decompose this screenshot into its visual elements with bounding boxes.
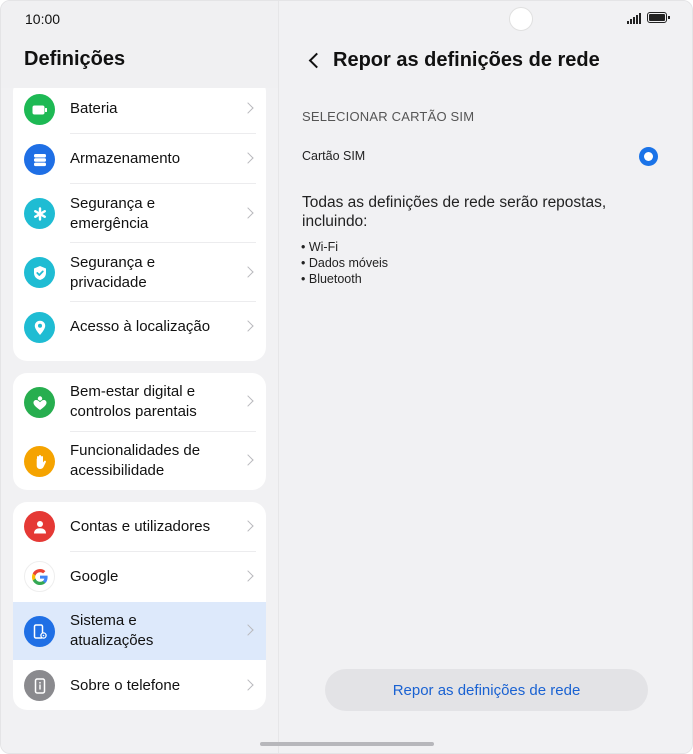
settings-header: 10:00 Definições	[1, 1, 278, 88]
settings-item-label: Sistema e atualizações	[70, 612, 154, 649]
shield-check-icon	[24, 257, 55, 288]
list-item: Bluetooth	[301, 271, 388, 287]
settings-item-system-updates[interactable]: Sistema e atualizações	[13, 602, 266, 660]
settings-item-accounts[interactable]: Contas e utilizadores	[13, 502, 266, 551]
settings-item-label: Segurança e emergência	[70, 195, 156, 232]
chevron-right-icon	[242, 395, 254, 407]
settings-item-label: Bem-estar digital e controlos parentais	[70, 383, 197, 420]
settings-scroll-area[interactable]: Bateria Armazenamento Segurança e emergê…	[1, 88, 278, 753]
settings-item-label: Acesso à localização	[70, 318, 211, 335]
back-arrow-icon[interactable]	[306, 51, 324, 71]
wellbeing-heart-icon	[24, 387, 55, 418]
settings-card-system: Contas e utilizadores Google Sistema e a…	[13, 502, 266, 710]
user-icon	[24, 511, 55, 542]
settings-item-google[interactable]: Google	[13, 552, 266, 601]
settings-item-label: Contas e utilizadores	[70, 518, 211, 535]
location-pin-icon	[24, 312, 55, 343]
phone-info-icon	[24, 670, 55, 701]
storage-icon	[24, 144, 55, 175]
settings-item-label: Armazenamento	[70, 150, 181, 167]
settings-item-about-phone[interactable]: Sobre o telefone	[13, 661, 266, 710]
hand-icon	[24, 446, 55, 477]
settings-item-accessibility[interactable]: Funcionalidades de acessibilidade	[13, 432, 266, 490]
settings-item-label: Segurança e privacidade	[70, 254, 156, 291]
front-camera	[509, 7, 533, 31]
chevron-right-icon	[242, 570, 254, 582]
settings-item-security-privacy[interactable]: Segurança e privacidade	[13, 243, 266, 302]
reset-description: Todas as definições de rede serão repost…	[302, 194, 607, 230]
settings-item-battery[interactable]: Bateria	[13, 88, 266, 134]
detail-title: Repor as definições de rede	[333, 49, 600, 71]
home-indicator[interactable]	[260, 742, 434, 746]
list-item: Dados móveis	[301, 255, 388, 271]
signal-icon	[627, 13, 641, 24]
reset-network-settings-button[interactable]: Repor as definições de rede	[325, 669, 648, 711]
sim-card-label: Cartão SIM	[302, 149, 366, 163]
battery-status-icon	[647, 12, 670, 23]
chevron-right-icon	[242, 624, 254, 636]
settings-item-label: Google	[70, 568, 119, 585]
settings-item-storage[interactable]: Armazenamento	[13, 134, 266, 184]
settings-item-label: Funcionalidades de acessibilidade	[70, 442, 201, 479]
chevron-right-icon	[242, 520, 254, 532]
list-item: Wi-Fi	[301, 239, 388, 255]
battery-icon	[24, 94, 55, 125]
device-screen: Bateria Armazenamento Segurança e emergê…	[0, 0, 693, 754]
chevron-right-icon	[242, 679, 254, 691]
section-header: SELECIONAR CARTÃO SIM	[302, 109, 475, 124]
settings-item-label: Bateria	[70, 100, 118, 117]
settings-item-digital-wellbeing[interactable]: Bem-estar digital e controlos parentais	[13, 373, 266, 431]
sim-card-option[interactable]: Cartão SIM	[279, 139, 692, 175]
settings-list-pane: Bateria Armazenamento Segurança e emergê…	[1, 1, 278, 753]
settings-card-device: Bateria Armazenamento Segurança e emergê…	[13, 88, 266, 361]
system-phone-icon	[24, 616, 55, 647]
chevron-right-icon	[242, 152, 254, 164]
settings-card-wellbeing: Bem-estar digital e controlos parentais …	[13, 373, 266, 490]
chevron-right-icon	[242, 454, 254, 466]
status-time: 10:00	[25, 11, 61, 27]
chevron-right-icon	[242, 102, 254, 114]
settings-item-location[interactable]: Acesso à localização	[13, 302, 266, 352]
settings-item-safety-emergency[interactable]: Segurança e emergência	[13, 184, 266, 243]
radio-selected-icon[interactable]	[639, 147, 658, 166]
chevron-right-icon	[242, 266, 254, 278]
reset-items-list: Wi-Fi Dados móveis Bluetooth	[301, 239, 388, 287]
chevron-right-icon	[242, 320, 254, 332]
settings-item-label: Sobre o telefone	[70, 677, 181, 694]
page-title: Definições	[24, 48, 126, 70]
chevron-right-icon	[242, 207, 254, 219]
reset-network-pane: Repor as definições de rede SELECIONAR C…	[278, 1, 692, 753]
asterisk-icon	[24, 198, 55, 229]
google-logo-icon	[24, 561, 55, 592]
